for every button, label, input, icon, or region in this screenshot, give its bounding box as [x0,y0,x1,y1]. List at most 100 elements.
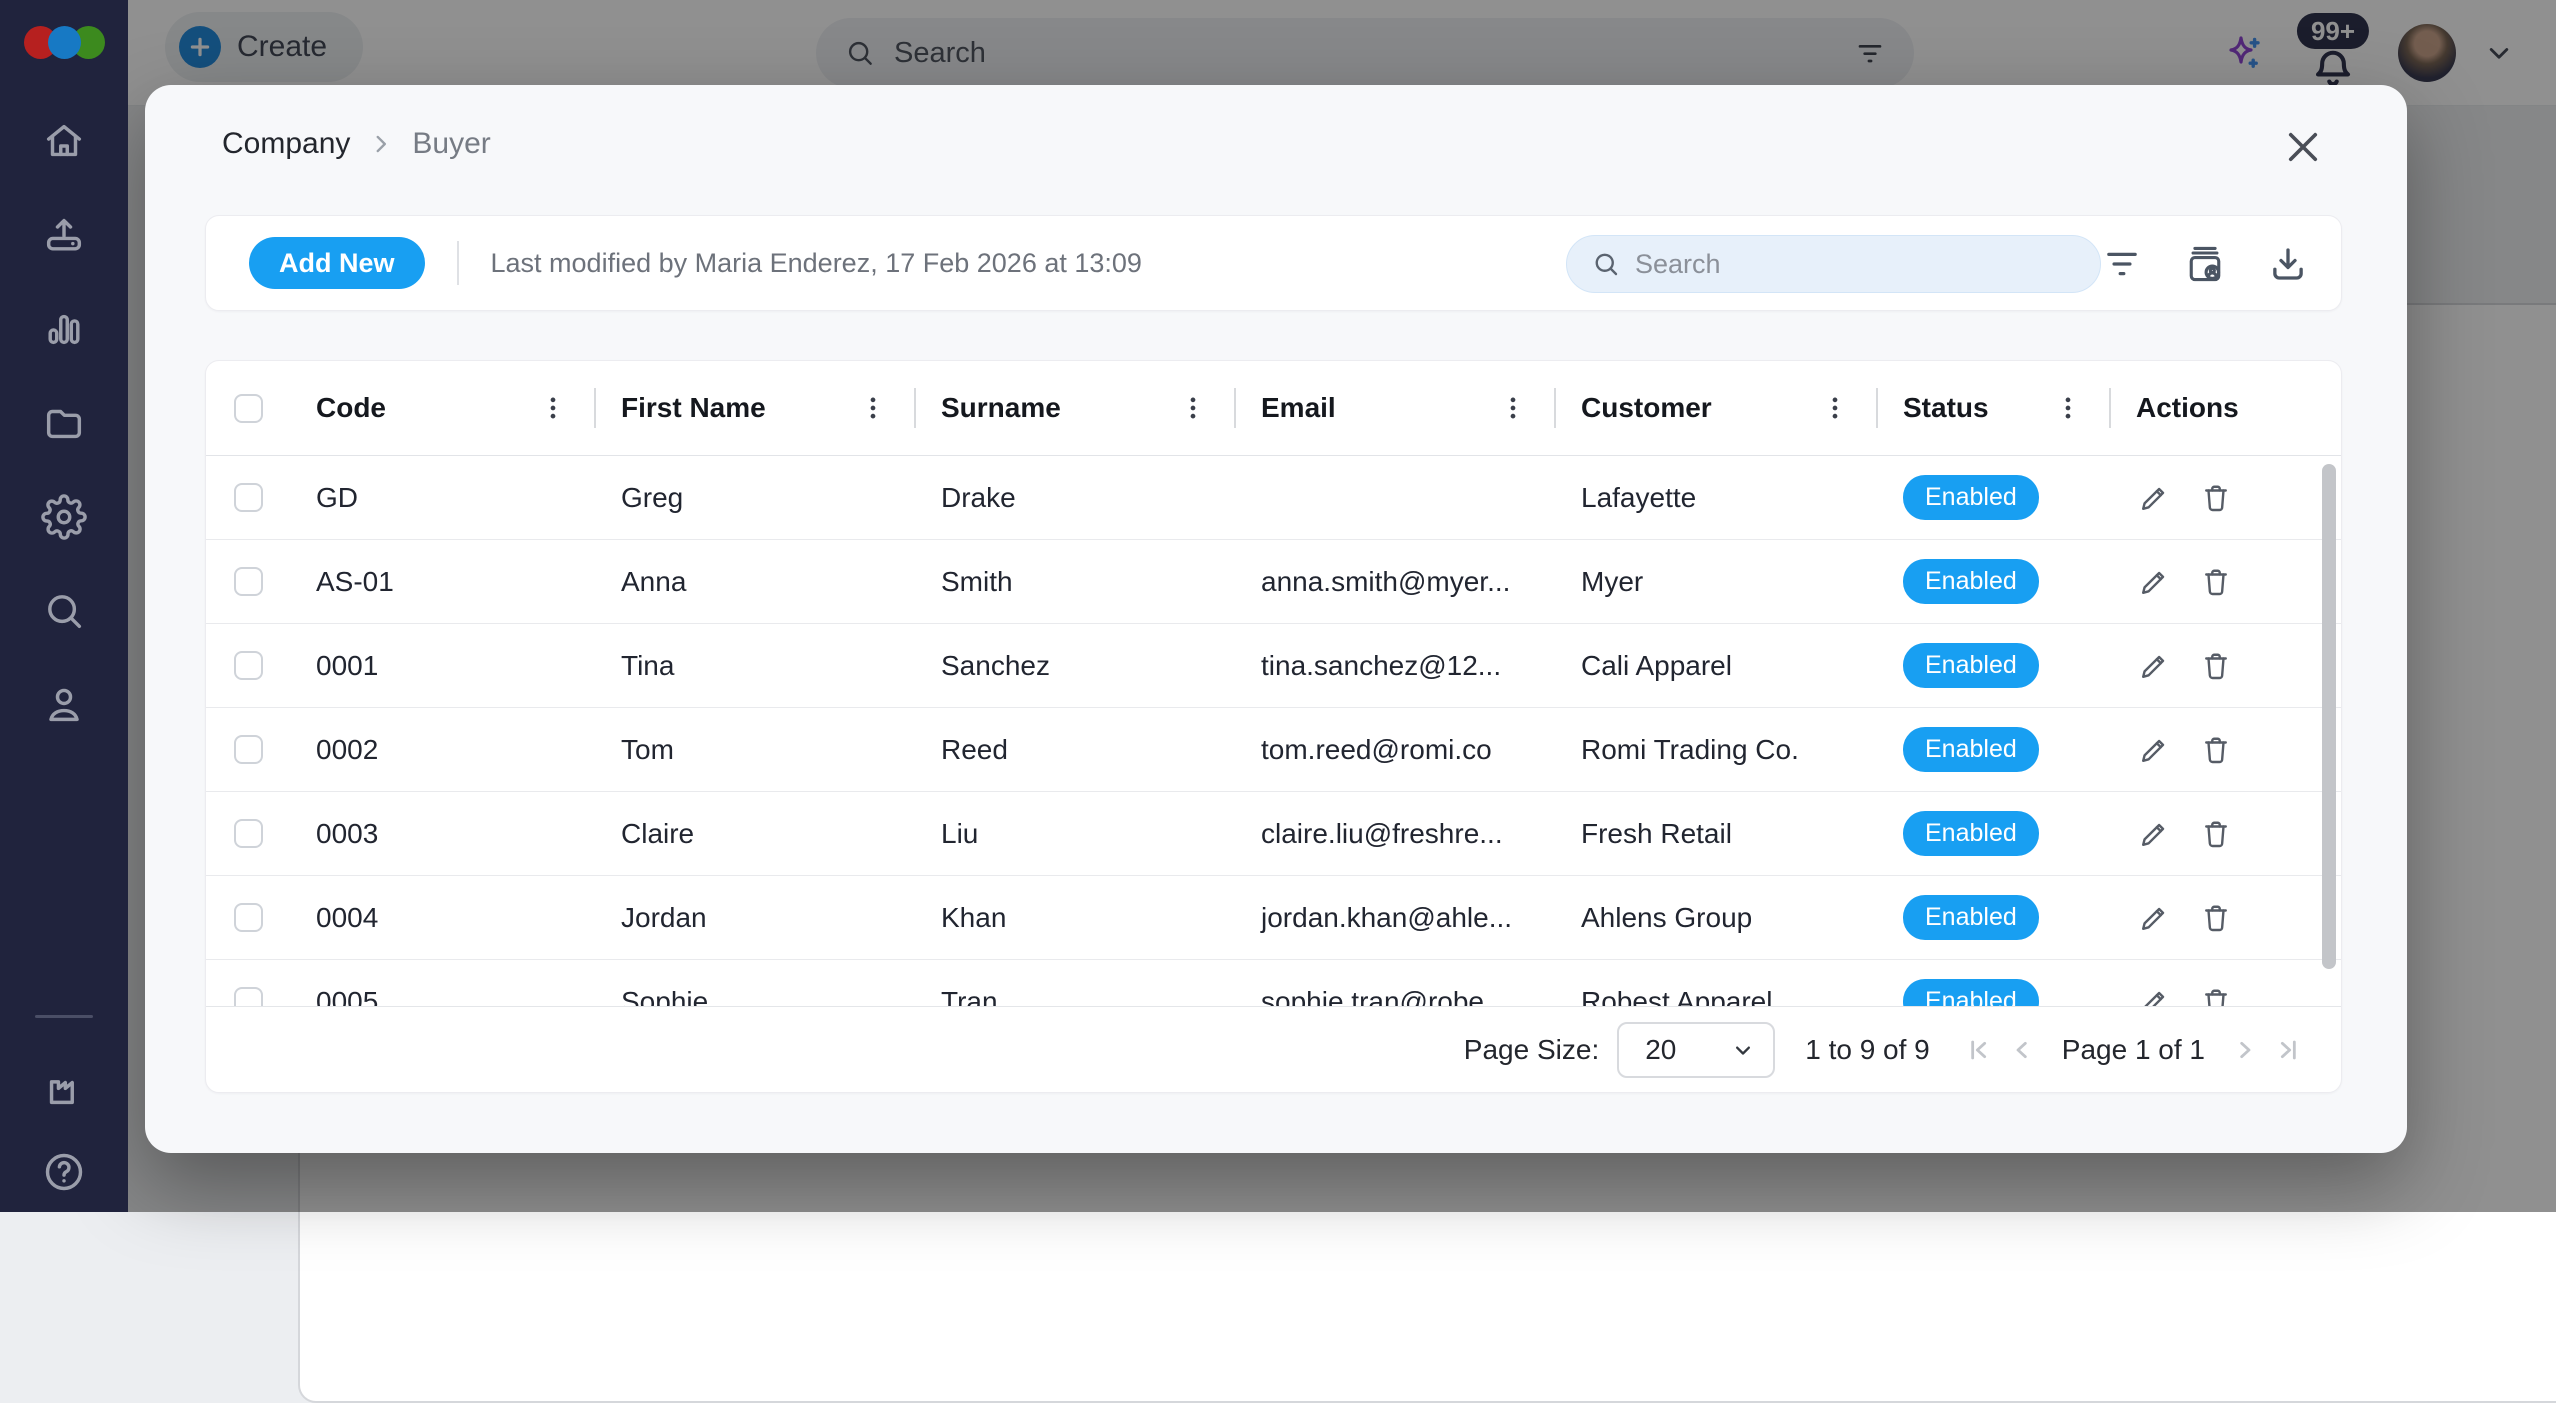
row-checkbox[interactable] [234,903,263,932]
edit-icon[interactable] [2136,816,2172,852]
column-header-status: Status [1878,361,2111,455]
search-icon[interactable] [38,585,90,637]
delete-icon[interactable] [2198,732,2234,768]
chevron-down-icon [1736,1046,1751,1055]
upload-icon[interactable] [38,209,90,261]
bar-chart-icon[interactable] [38,303,90,355]
edit-icon[interactable] [2136,900,2172,936]
column-label: Status [1903,392,1989,423]
page-size-label: Page Size: [1463,1034,1600,1065]
cell-email: tom.reed@romi.co [1261,733,1492,765]
row-checkbox[interactable] [234,735,263,764]
edit-icon[interactable] [2136,732,2172,768]
archive-user-icon[interactable] [2183,242,2227,286]
cell-customer: Myer [1581,565,1644,597]
table-row: 0001 Tina Sanchez tina.sanchez@12... Cal… [206,624,2341,708]
column-menu-icon[interactable] [538,393,568,423]
factory-icon[interactable] [38,1062,90,1114]
delete-icon[interactable] [2198,900,2234,936]
table-row: 0003 Claire Liu claire.liu@freshre... Fr… [206,792,2341,876]
cell-surname: Liu [941,817,979,849]
cell-first-name: Greg [621,481,684,513]
table-search-bar[interactable] [1566,235,2101,293]
column-label: First Name [621,392,766,423]
edit-icon[interactable] [2136,564,2172,600]
column-label: Surname [941,392,1061,423]
status-badge: Enabled [1903,811,2039,856]
settings-icon[interactable] [38,491,90,543]
status-badge: Enabled [1903,559,2039,604]
row-checkbox[interactable] [234,483,263,512]
breadcrumb: Company Buyer [222,127,491,161]
cell-first-name: Sophie [621,985,709,1007]
column-header-surname: Surname [916,361,1236,455]
breadcrumb-company[interactable]: Company [222,127,350,161]
column-menu-icon[interactable] [1498,393,1528,423]
next-page-icon[interactable] [2229,1034,2261,1066]
search-icon [1591,249,1621,279]
cell-first-name: Tom [621,733,674,765]
download-icon[interactable] [2267,243,2309,285]
row-checkbox[interactable] [234,819,263,848]
user-icon[interactable] [38,679,90,731]
column-label: Code [316,392,386,423]
cell-customer: Cali Apparel [1581,649,1732,681]
last-page-icon[interactable] [2273,1034,2305,1066]
column-header-email: Email [1236,361,1556,455]
page-size-value: 20 [1645,1034,1677,1065]
row-checkbox[interactable] [234,987,263,1006]
sidebar-divider [35,1015,93,1018]
delete-icon[interactable] [2198,564,2234,600]
delete-icon[interactable] [2198,816,2234,852]
column-menu-icon[interactable] [858,393,888,423]
row-checkbox[interactable] [234,567,263,596]
cell-email: claire.liu@freshre... [1261,817,1503,849]
cell-code: 0001 [316,649,379,681]
column-label: Customer [1581,392,1712,423]
first-page-icon[interactable] [1962,1034,1994,1066]
column-menu-icon[interactable] [1178,393,1208,423]
edit-icon[interactable] [2136,648,2172,684]
cell-first-name: Jordan [621,901,707,933]
cell-surname: Smith [941,565,1013,597]
close-button[interactable] [2281,125,2325,169]
cell-email: sophie.tran@robe... [1261,985,1508,1007]
cell-surname: Sanchez [941,649,1050,681]
row-checkbox[interactable] [234,651,263,680]
edit-icon[interactable] [2136,480,2172,516]
toolbar: Add New Last modified by Maria Enderez, … [205,215,2342,311]
page-indicator-text: Page 1 of 1 [2061,1034,2205,1065]
buyer-modal: Company Buyer Add New Last modified by M… [145,85,2407,1153]
table-row: 0004 Jordan Khan jordan.khan@ahle... Ahl… [206,876,2341,960]
help-icon[interactable] [38,1146,90,1198]
app-logo[interactable] [23,26,105,59]
column-header-actions: Actions [2111,361,2341,455]
column-header-code: Code [291,361,596,455]
cell-code: 0002 [316,733,379,765]
page-size-select[interactable]: 20 [1617,1022,1776,1078]
cell-code: 0003 [316,817,379,849]
delete-icon[interactable] [2198,480,2234,516]
cell-customer: Fresh Retail [1581,817,1732,849]
filter-icon[interactable] [2101,243,2143,285]
select-all-checkbox[interactable] [234,393,263,423]
column-menu-icon[interactable] [2053,393,2083,423]
home-icon[interactable] [38,115,90,167]
delete-icon[interactable] [2198,648,2234,684]
cell-customer: Lafayette [1581,481,1697,513]
column-header-customer: Customer [1556,361,1878,455]
column-label: Actions [2136,392,2239,423]
cell-surname: Tran [941,985,998,1007]
previous-page-icon[interactable] [2006,1034,2038,1066]
cell-code: AS-01 [316,565,394,597]
cell-first-name: Anna [621,565,687,597]
add-new-button[interactable]: Add New [249,237,425,289]
edit-icon[interactable] [2136,984,2172,1006]
delete-icon[interactable] [2198,984,2234,1006]
column-menu-icon[interactable] [1820,393,1850,423]
row-range-text: 1 to 9 of 9 [1805,1034,1930,1065]
status-badge: Enabled [1903,895,2039,940]
table-search-input[interactable] [1635,248,2076,280]
table-scrollbar[interactable] [2322,464,2336,969]
folder-icon[interactable] [38,397,90,449]
